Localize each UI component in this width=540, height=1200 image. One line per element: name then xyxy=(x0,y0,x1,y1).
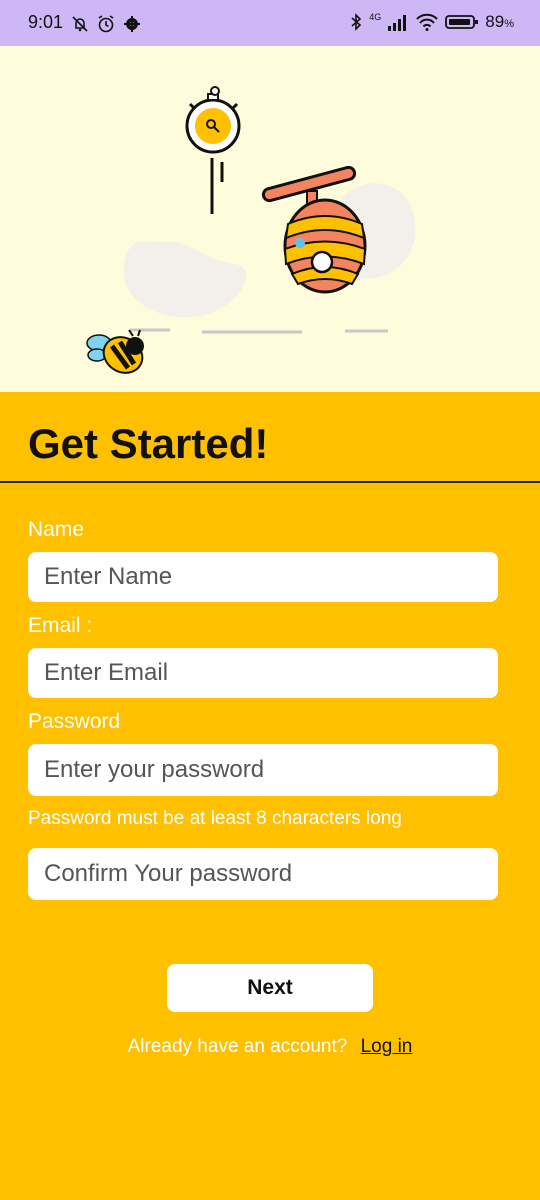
battery-icon xyxy=(445,15,479,29)
status-icons-right: 4G 89% xyxy=(349,12,514,32)
confirm-password-input[interactable] xyxy=(28,848,498,900)
hero-illustration xyxy=(0,46,540,392)
bee-hive-illustration xyxy=(86,86,416,374)
password-input[interactable] xyxy=(28,744,498,796)
battery-value: 89 xyxy=(485,12,505,31)
battery-unit: % xyxy=(504,18,514,30)
name-label: Name xyxy=(28,518,85,541)
password-hint: Password must be at least 8 characters l… xyxy=(28,808,402,829)
beehive-icon xyxy=(261,165,367,294)
stopwatch-icon xyxy=(185,86,241,214)
status-bar: 9:01 4G 89% xyxy=(0,0,540,46)
email-label: Email : xyxy=(28,614,93,637)
email-input[interactable] xyxy=(28,648,498,698)
title-divider xyxy=(0,481,540,483)
bluetooth-icon xyxy=(351,13,362,31)
signal-icon xyxy=(388,15,407,31)
password-label: Password xyxy=(28,710,121,733)
alarm-icon xyxy=(98,15,114,33)
network-type-label: 4G xyxy=(369,12,382,22)
wifi-icon xyxy=(416,13,439,31)
status-icons-left xyxy=(70,14,142,34)
settings-gear-icon xyxy=(124,16,140,32)
page-title: Get Started! xyxy=(28,420,269,467)
login-prompt: Already have an account? xyxy=(127,1036,348,1057)
name-input[interactable] xyxy=(28,552,498,602)
battery-percent: 89% xyxy=(485,12,514,32)
muted-bell-icon xyxy=(72,16,88,32)
status-time: 9:01 xyxy=(28,12,64,32)
login-link[interactable]: Log in xyxy=(361,1036,413,1057)
next-button[interactable]: Next xyxy=(167,964,373,1012)
bee-icon xyxy=(86,329,144,374)
login-row: Already have an account? Log in xyxy=(0,1036,540,1058)
background-blob-left xyxy=(123,241,247,318)
